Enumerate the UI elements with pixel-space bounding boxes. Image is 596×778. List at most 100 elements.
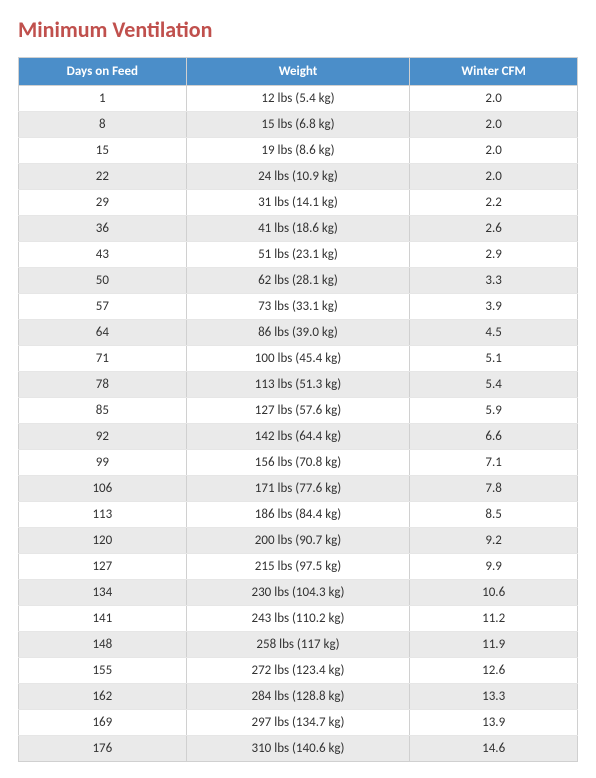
cell-cfm: 7.1 bbox=[410, 450, 578, 476]
table-row: 2931 lbs (14.1 kg)2.2 bbox=[19, 190, 578, 216]
cell-weight: 113 lbs (51.3 kg) bbox=[186, 372, 410, 398]
cell-days: 78 bbox=[19, 372, 187, 398]
cell-cfm: 5.4 bbox=[410, 372, 578, 398]
cell-days: 148 bbox=[19, 632, 187, 658]
cell-cfm: 2.9 bbox=[410, 242, 578, 268]
table-row: 4351 lbs (23.1 kg)2.9 bbox=[19, 242, 578, 268]
cell-cfm: 13.3 bbox=[410, 684, 578, 710]
table-row: 2224 lbs (10.9 kg)2.0 bbox=[19, 164, 578, 190]
cell-weight: 186 lbs (84.4 kg) bbox=[186, 502, 410, 528]
cell-cfm: 6.6 bbox=[410, 424, 578, 450]
cell-cfm: 9.9 bbox=[410, 554, 578, 580]
page-title: Minimum Ventilation bbox=[18, 16, 578, 43]
cell-cfm: 2.6 bbox=[410, 216, 578, 242]
table-row: 71100 lbs (45.4 kg)5.1 bbox=[19, 346, 578, 372]
cell-days: 29 bbox=[19, 190, 187, 216]
cell-weight: 156 lbs (70.8 kg) bbox=[186, 450, 410, 476]
table-row: 148258 lbs (117 kg)11.9 bbox=[19, 632, 578, 658]
cell-days: 71 bbox=[19, 346, 187, 372]
header-days: Days on Feed bbox=[19, 58, 187, 86]
table-row: 162284 lbs (128.8 kg)13.3 bbox=[19, 684, 578, 710]
cell-cfm: 9.2 bbox=[410, 528, 578, 554]
cell-days: 169 bbox=[19, 710, 187, 736]
cell-weight: 272 lbs (123.4 kg) bbox=[186, 658, 410, 684]
table-row: 78113 lbs (51.3 kg)5.4 bbox=[19, 372, 578, 398]
table-row: 6486 lbs (39.0 kg)4.5 bbox=[19, 320, 578, 346]
table-row: 176310 lbs (140.6 kg)14.6 bbox=[19, 736, 578, 762]
cell-cfm: 2.0 bbox=[410, 112, 578, 138]
cell-cfm: 2.0 bbox=[410, 86, 578, 112]
cell-weight: 171 lbs (77.6 kg) bbox=[186, 476, 410, 502]
ventilation-table: Days on Feed Weight Winter CFM 112 lbs (… bbox=[18, 57, 578, 762]
cell-cfm: 2.2 bbox=[410, 190, 578, 216]
cell-days: 176 bbox=[19, 736, 187, 762]
cell-cfm: 5.1 bbox=[410, 346, 578, 372]
cell-days: 1 bbox=[19, 86, 187, 112]
cell-days: 43 bbox=[19, 242, 187, 268]
cell-cfm: 12.6 bbox=[410, 658, 578, 684]
table-row: 3641 lbs (18.6 kg)2.6 bbox=[19, 216, 578, 242]
cell-days: 50 bbox=[19, 268, 187, 294]
cell-weight: 127 lbs (57.6 kg) bbox=[186, 398, 410, 424]
cell-cfm: 5.9 bbox=[410, 398, 578, 424]
cell-weight: 243 lbs (110.2 kg) bbox=[186, 606, 410, 632]
cell-weight: 41 lbs (18.6 kg) bbox=[186, 216, 410, 242]
table-row: 85127 lbs (57.6 kg)5.9 bbox=[19, 398, 578, 424]
cell-cfm: 11.9 bbox=[410, 632, 578, 658]
cell-weight: 86 lbs (39.0 kg) bbox=[186, 320, 410, 346]
table-row: 169297 lbs (134.7 kg)13.9 bbox=[19, 710, 578, 736]
cell-weight: 297 lbs (134.7 kg) bbox=[186, 710, 410, 736]
table-header-row: Days on Feed Weight Winter CFM bbox=[19, 58, 578, 86]
cell-cfm: 11.2 bbox=[410, 606, 578, 632]
table-row: 1519 lbs (8.6 kg)2.0 bbox=[19, 138, 578, 164]
cell-cfm: 3.3 bbox=[410, 268, 578, 294]
cell-days: 57 bbox=[19, 294, 187, 320]
table-row: 92142 lbs (64.4 kg)6.6 bbox=[19, 424, 578, 450]
cell-cfm: 4.5 bbox=[410, 320, 578, 346]
table-row: 120200 lbs (90.7 kg)9.2 bbox=[19, 528, 578, 554]
table-row: 99156 lbs (70.8 kg)7.1 bbox=[19, 450, 578, 476]
cell-cfm: 13.9 bbox=[410, 710, 578, 736]
cell-cfm: 14.6 bbox=[410, 736, 578, 762]
cell-weight: 310 lbs (140.6 kg) bbox=[186, 736, 410, 762]
cell-days: 85 bbox=[19, 398, 187, 424]
cell-days: 127 bbox=[19, 554, 187, 580]
table-row: 106171 lbs (77.6 kg)7.8 bbox=[19, 476, 578, 502]
table-row: 155272 lbs (123.4 kg)12.6 bbox=[19, 658, 578, 684]
cell-days: 22 bbox=[19, 164, 187, 190]
table-row: 134230 lbs (104.3 kg)10.6 bbox=[19, 580, 578, 606]
cell-weight: 19 lbs (8.6 kg) bbox=[186, 138, 410, 164]
header-weight: Weight bbox=[186, 58, 410, 86]
cell-days: 120 bbox=[19, 528, 187, 554]
table-row: 5773 lbs (33.1 kg)3.9 bbox=[19, 294, 578, 320]
cell-weight: 100 lbs (45.4 kg) bbox=[186, 346, 410, 372]
cell-cfm: 10.6 bbox=[410, 580, 578, 606]
cell-days: 155 bbox=[19, 658, 187, 684]
table-row: 127215 lbs (97.5 kg)9.9 bbox=[19, 554, 578, 580]
cell-cfm: 3.9 bbox=[410, 294, 578, 320]
table-row: 112 lbs (5.4 kg)2.0 bbox=[19, 86, 578, 112]
cell-cfm: 2.0 bbox=[410, 138, 578, 164]
cell-weight: 51 lbs (23.1 kg) bbox=[186, 242, 410, 268]
cell-days: 15 bbox=[19, 138, 187, 164]
table-row: 5062 lbs (28.1 kg)3.3 bbox=[19, 268, 578, 294]
cell-weight: 200 lbs (90.7 kg) bbox=[186, 528, 410, 554]
cell-days: 36 bbox=[19, 216, 187, 242]
cell-cfm: 2.0 bbox=[410, 164, 578, 190]
cell-weight: 24 lbs (10.9 kg) bbox=[186, 164, 410, 190]
cell-days: 162 bbox=[19, 684, 187, 710]
table-row: 141243 lbs (110.2 kg)11.2 bbox=[19, 606, 578, 632]
cell-cfm: 8.5 bbox=[410, 502, 578, 528]
cell-weight: 258 lbs (117 kg) bbox=[186, 632, 410, 658]
cell-weight: 31 lbs (14.1 kg) bbox=[186, 190, 410, 216]
cell-days: 99 bbox=[19, 450, 187, 476]
cell-days: 106 bbox=[19, 476, 187, 502]
header-cfm: Winter CFM bbox=[410, 58, 578, 86]
cell-days: 113 bbox=[19, 502, 187, 528]
cell-cfm: 7.8 bbox=[410, 476, 578, 502]
cell-days: 92 bbox=[19, 424, 187, 450]
table-row: 815 lbs (6.8 kg)2.0 bbox=[19, 112, 578, 138]
cell-weight: 142 lbs (64.4 kg) bbox=[186, 424, 410, 450]
cell-days: 64 bbox=[19, 320, 187, 346]
cell-weight: 230 lbs (104.3 kg) bbox=[186, 580, 410, 606]
